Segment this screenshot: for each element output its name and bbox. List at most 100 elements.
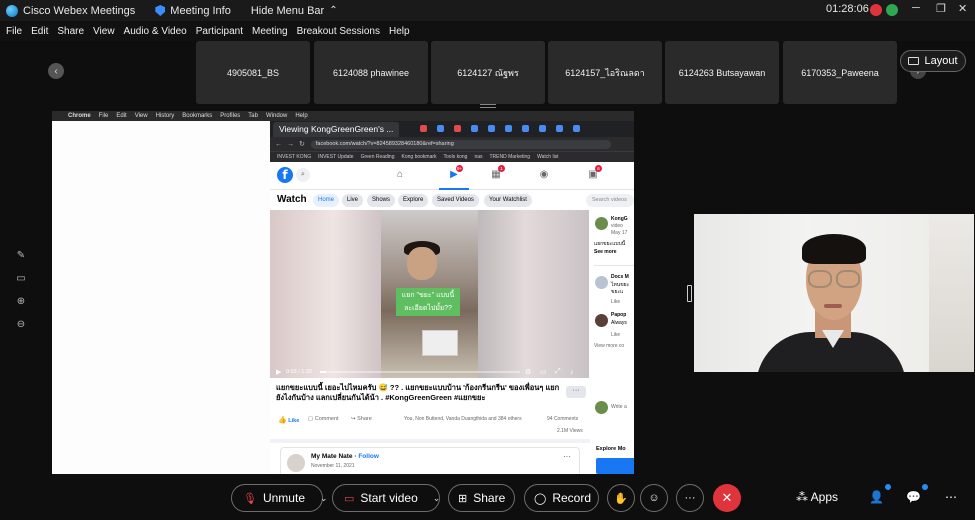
gaming-icon: ▣ 6 [586, 165, 602, 182]
forward-icon: → [287, 140, 294, 148]
fullscreen-icon: ⤢ [555, 368, 561, 375]
chat-button[interactable]: 💬 [906, 490, 921, 504]
comments-count: 94 Comments [547, 416, 579, 422]
microphone-muted-icon: 🎙 [243, 492, 257, 505]
tab-favicon-icon [505, 125, 512, 132]
watch-tab-explore: Explore [398, 194, 429, 207]
participant-name: 6124088 phawinee [332, 67, 410, 78]
maximize-button[interactable]: ❐ [936, 2, 946, 15]
stage-resize-handle[interactable] [480, 104, 496, 108]
participant-name: 6124127 ณัฐพร [457, 67, 519, 78]
glasses-left [808, 270, 832, 288]
chevron-down-icon[interactable]: ⌄ [433, 493, 441, 504]
record-button[interactable]: ◯ Record [524, 484, 599, 512]
close-window-button[interactable]: ✕ [958, 2, 967, 15]
hide-menu-bar-button[interactable]: Hide Menu Bar [251, 5, 324, 17]
chevron-up-icon[interactable]: ⌃ [329, 5, 337, 16]
more-options-button[interactable]: ··· [676, 484, 704, 512]
bookmark-item: Tools kong [443, 154, 468, 160]
see-more-link: See more [594, 249, 617, 255]
notification-badge: 6 [595, 165, 602, 172]
avatar [595, 401, 608, 414]
participant-tile[interactable]: 6124127 ณัฐพร [431, 41, 545, 104]
comment-text: Always [611, 320, 627, 326]
search-videos-input: Search videos [586, 194, 634, 207]
participant-tile[interactable]: 6124088 phawinee [314, 41, 428, 104]
layout-button[interactable]: Layout [900, 50, 966, 72]
facebook-logo-icon: f [277, 167, 293, 183]
page-text: แยกขยะแบบนี้ [594, 241, 626, 247]
like-button: 👍 Like [278, 416, 299, 424]
chevron-down-icon[interactable]: ⌄ [320, 493, 328, 504]
participants-button[interactable]: 👤 [869, 490, 884, 504]
tab-favicon-icon [522, 125, 529, 132]
mac-menu-item: History [155, 113, 175, 119]
annotation-toolbar: ✎ ▭ ⊕ ⊖ [15, 250, 31, 342]
pointer-icon[interactable]: ✎ [15, 250, 27, 262]
watch-tab-home: Home [313, 194, 340, 207]
shield-icon[interactable] [155, 5, 166, 16]
notification-dot-icon [885, 484, 891, 490]
volume-icon: ♪ [570, 369, 574, 376]
participant-tile[interactable]: 6124263 Butsayawan [665, 41, 779, 104]
thumbs-up-icon: 👍 [278, 417, 287, 424]
panel-resize-handle[interactable] [687, 285, 692, 302]
watch-icon: ▶ 9+ [439, 165, 469, 190]
tab-favicon-icon [437, 125, 444, 132]
menu-share[interactable]: Share [57, 26, 84, 37]
bookmark-item: nas [474, 154, 483, 160]
watch-tab-live: Live [342, 194, 364, 207]
groups-icon: ◉ [539, 169, 549, 180]
participant-tile[interactable]: 6170353_Paweena [783, 41, 897, 104]
menu-participant[interactable]: Participant [196, 26, 243, 37]
comment-button: ▢ Comment [308, 416, 339, 422]
participant-tile[interactable]: 6124157_ไอริณลดา [548, 41, 662, 104]
apps-button[interactable]: ⁂ Apps [796, 490, 838, 504]
explore-thumbnail [596, 458, 634, 474]
menu-help[interactable]: Help [389, 26, 410, 37]
menu-audio-video[interactable]: Audio & Video [124, 26, 187, 37]
page-date: May 17 [611, 230, 628, 236]
page-subline: video [611, 223, 623, 229]
reactions-button[interactable]: ☺ [640, 484, 668, 512]
share-button[interactable]: ⊞ Share [448, 484, 515, 512]
unmute-button[interactable]: 🎙 Unmute ⌄ [231, 484, 328, 512]
menu-meeting[interactable]: Meeting [252, 26, 288, 37]
post-actions: 👍 Like ▢ Comment ↪ Share You, Non Butten… [276, 414, 586, 426]
start-video-button[interactable]: ▭ Start video ⌄ [332, 484, 440, 512]
bookmark-item: INVEST Update [318, 154, 354, 160]
webex-logo-icon [6, 4, 18, 17]
menu-view[interactable]: View [93, 26, 115, 37]
chevron-left-icon[interactable]: ‹ [48, 63, 64, 79]
menu-edit[interactable]: Edit [31, 26, 48, 37]
avatar [595, 314, 608, 327]
meeting-timer: 01:28:06 [826, 3, 869, 15]
record-icon: ◯ [534, 492, 547, 505]
zoom-out-icon[interactable]: ⊖ [15, 319, 27, 331]
participant-name: 6124263 Butsayawan [678, 67, 766, 78]
zoom-in-icon[interactable]: ⊕ [15, 296, 27, 308]
participant-tile[interactable]: 4905081_BS [196, 41, 310, 104]
menu-breakout-sessions[interactable]: Breakout Sessions [297, 26, 380, 37]
meeting-controls: 🎙 Unmute ⌄ ▭ Start video ⌄ ⊞ Share ◯ Rec… [0, 475, 975, 520]
like-label: Like [288, 418, 300, 424]
minimize-button[interactable]: ─ [912, 2, 920, 14]
video-player: แยก "ขยะ" แบบนี้ ละเอียดไปมั้ย?? ▶ 0:03 … [270, 210, 589, 378]
self-view-video[interactable] [694, 214, 974, 372]
watch-tab-saved-videos: Saved Videos [432, 194, 479, 207]
post-date: November 11, 2021 [311, 463, 355, 469]
view-more-comments-link: View more co [594, 343, 625, 349]
screen-icon[interactable]: ▭ [15, 273, 27, 285]
apps-label: Apps [810, 490, 839, 504]
watch-nav: Watch Home Live Shows Explore Saved Vide… [270, 190, 634, 210]
share-post-button: ↪ Share [351, 416, 372, 422]
start-video-label: Start video [360, 491, 418, 505]
share-label: Share [473, 491, 506, 505]
leave-meeting-button[interactable]: ✕ [713, 484, 741, 512]
more-panels-button[interactable]: ⋯ [945, 490, 957, 504]
menu-file[interactable]: File [6, 26, 22, 37]
bookmark-item: INVEST KONG [277, 154, 312, 160]
meeting-info-button[interactable]: Meeting Info [170, 5, 231, 17]
raise-hand-button[interactable]: ✋ [607, 484, 635, 512]
notification-badge: 1 [498, 165, 505, 172]
